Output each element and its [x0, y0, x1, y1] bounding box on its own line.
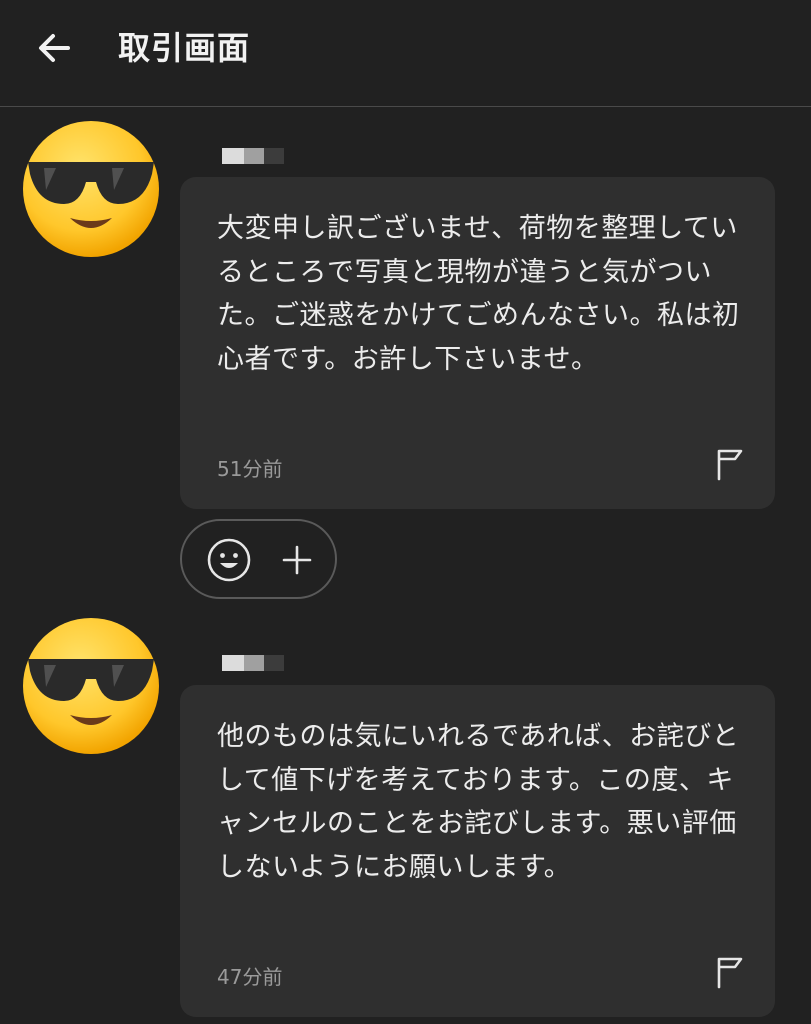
message-bubble: 他のものは気にいれるであれば、お詫びとして値下げを考えております。この度、キャン…: [180, 685, 775, 1017]
page-title: 取引画面: [118, 29, 251, 67]
plus-icon[interactable]: [280, 543, 314, 577]
sunglasses-face-emoji: [23, 121, 159, 257]
back-button[interactable]: [26, 24, 82, 72]
app-header: 取引画面: [0, 0, 811, 107]
message-text: 他のものは気にいれるであれば、お詫びとして値下げを考えております。この度、キャン…: [217, 721, 740, 883]
message-text: 大変申し訳ございませ、荷物を整理しているところで写真と現物が違うと気がついた。ご…: [217, 213, 740, 375]
message-timestamp: 47分前: [217, 965, 283, 989]
smiley-face-icon[interactable]: [206, 537, 252, 583]
message-item: 他のものは気にいれるであれば、お詫びとして値下げを考えております。この度、キャン…: [0, 617, 811, 1024]
flag-icon[interactable]: [715, 447, 745, 481]
arrow-left-icon: [39, 34, 70, 62]
reaction-bar: [180, 519, 337, 599]
sunglasses-face-emoji: [23, 618, 159, 754]
message-item: 大変申し訳ございませ、荷物を整理しているところで写真と現物が違うと気がついた。ご…: [0, 120, 811, 600]
transaction-screen: 取引画面 大変申し訳ございませ、荷物を整理しているところで写真と現物が違うと気が…: [0, 0, 811, 1024]
sender-name-blurred: [222, 655, 284, 671]
sender-name-blurred: [222, 148, 284, 164]
flag-icon[interactable]: [715, 955, 745, 989]
message-bubble: 大変申し訳ございませ、荷物を整理しているところで写真と現物が違うと気がついた。ご…: [180, 177, 775, 509]
message-timestamp: 51分前: [217, 457, 283, 481]
